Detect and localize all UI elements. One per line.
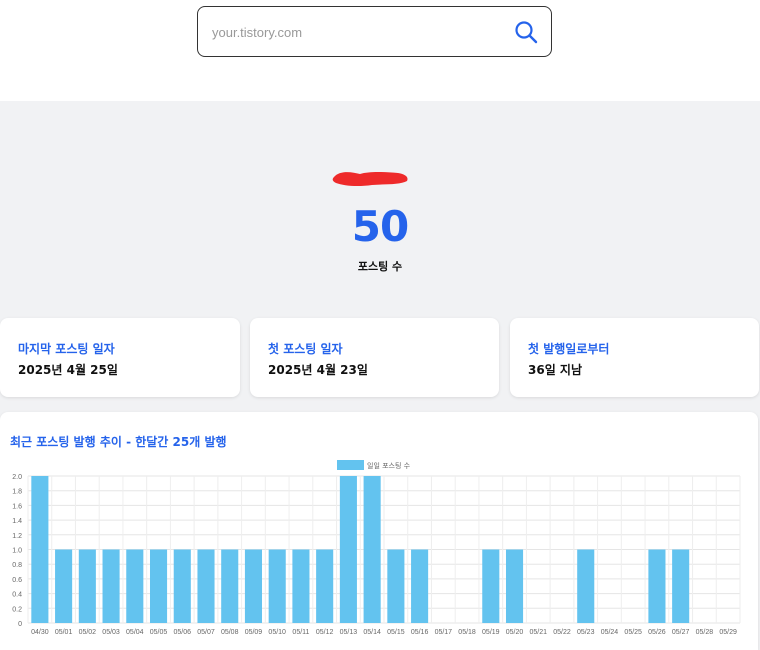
x-tick-label: 04/30 [31, 629, 49, 636]
bar [577, 549, 595, 623]
x-tick-label: 05/01 [55, 629, 73, 636]
y-tick-label: 1.6 [12, 503, 22, 510]
first-post-value: 2025년 4월 23일 [268, 363, 368, 377]
y-tick-label: 1.8 [12, 489, 22, 496]
days-since-value: 36일 지남 [528, 363, 582, 377]
x-tick-label: 05/22 [553, 629, 571, 636]
first-post-card: 첫 포스팅 일자 2025년 4월 23일 [250, 318, 499, 397]
x-tick-label: 05/27 [672, 629, 690, 636]
bar [268, 549, 286, 623]
bar [672, 549, 690, 623]
x-tick-label: 05/08 [221, 629, 239, 636]
bar [363, 476, 381, 623]
y-tick-label: 0.4 [12, 592, 22, 599]
posting-trend-chart: 0 0.2 0.4 0.6 0.8 1.0 1.2 1.4 1.6 1.8 2.0 04/30 05/0… [12, 460, 741, 636]
x-tick-label: 05/28 [696, 629, 714, 636]
x-tick-label: 05/11 [292, 629, 309, 636]
y-tick-label: 0.6 [12, 577, 22, 584]
x-tick-label: 05/23 [577, 629, 595, 636]
x-tick-label: 05/12 [316, 629, 334, 636]
y-tick-label: 0.8 [12, 562, 22, 569]
x-tick-label: 05/03 [102, 629, 120, 636]
x-tick-label: 05/16 [411, 629, 429, 636]
search-button[interactable] [513, 19, 539, 45]
bar [316, 549, 334, 623]
x-tick-label: 05/09 [245, 629, 263, 636]
bar [292, 549, 310, 623]
legend-swatch [337, 460, 364, 470]
search-input[interactable] [212, 21, 502, 43]
bar [173, 549, 191, 623]
x-tick-label: 05/20 [506, 629, 524, 636]
first-post-title: 첫 포스팅 일자 [268, 342, 343, 356]
x-tick-label: 05/17 [435, 629, 453, 636]
x-tick-label: 05/29 [719, 629, 737, 636]
bar [55, 549, 73, 623]
y-tick-label: 1.2 [12, 533, 22, 540]
x-tick-label: 05/14 [363, 629, 381, 636]
bar [482, 549, 500, 623]
days-since-title: 첫 발행일로부터 [528, 342, 610, 356]
search-icon [515, 21, 538, 44]
x-tick-label: 05/25 [624, 629, 642, 636]
y-tick-label: 1.4 [12, 518, 22, 525]
bar [221, 549, 239, 623]
post-count-label: 포스팅 수 [357, 260, 403, 273]
days-since-card: 첫 발행일로부터 36일 지남 [510, 318, 759, 397]
last-post-title: 마지막 포스팅 일자 [18, 342, 115, 356]
bar [648, 549, 666, 623]
bar [102, 549, 120, 623]
legend-label: 일일 포스팅 수 [367, 461, 411, 470]
bar [78, 549, 96, 623]
last-post-value: 2025년 4월 25일 [18, 363, 118, 377]
y-tick-label: 0.2 [12, 606, 22, 613]
bar [339, 476, 357, 623]
x-tick-label: 05/10 [268, 629, 286, 636]
bar [149, 549, 168, 623]
bar [411, 549, 429, 623]
x-tick-label: 05/19 [482, 629, 500, 636]
y-tick-label: 0 [18, 621, 22, 628]
x-tick-label: 05/06 [174, 629, 192, 636]
bar [31, 476, 49, 623]
x-tick-label: 05/07 [197, 629, 215, 636]
x-tick-label: 05/24 [601, 629, 619, 636]
post-count: 50 [351, 202, 409, 251]
bar [244, 549, 263, 623]
y-tick-label: 2.0 [12, 474, 22, 481]
posting-trend-card: 최근 포스팅 발행 추이 - 한달간 25개 발행 0 0.2 0.4 0.6 0.8 1… [0, 412, 758, 650]
x-tick-label: 05/21 [530, 629, 548, 636]
redacted-blog-name [332, 172, 408, 187]
search-box [197, 6, 552, 57]
x-tick-label: 05/04 [126, 629, 144, 636]
x-tick-label: 05/13 [340, 629, 358, 636]
bar [387, 549, 405, 623]
x-tick-label: 05/02 [79, 629, 97, 636]
x-tick-label: 05/26 [648, 629, 666, 636]
bar [126, 549, 144, 623]
last-post-card: 마지막 포스팅 일자 2025년 4월 25일 [0, 318, 240, 397]
bar [505, 549, 524, 623]
bar [197, 549, 215, 623]
x-tick-label: 05/05 [150, 629, 168, 636]
y-tick-label: 1.0 [12, 548, 22, 555]
x-tick-label: 05/15 [387, 629, 405, 636]
x-tick-label: 05/18 [458, 629, 476, 636]
